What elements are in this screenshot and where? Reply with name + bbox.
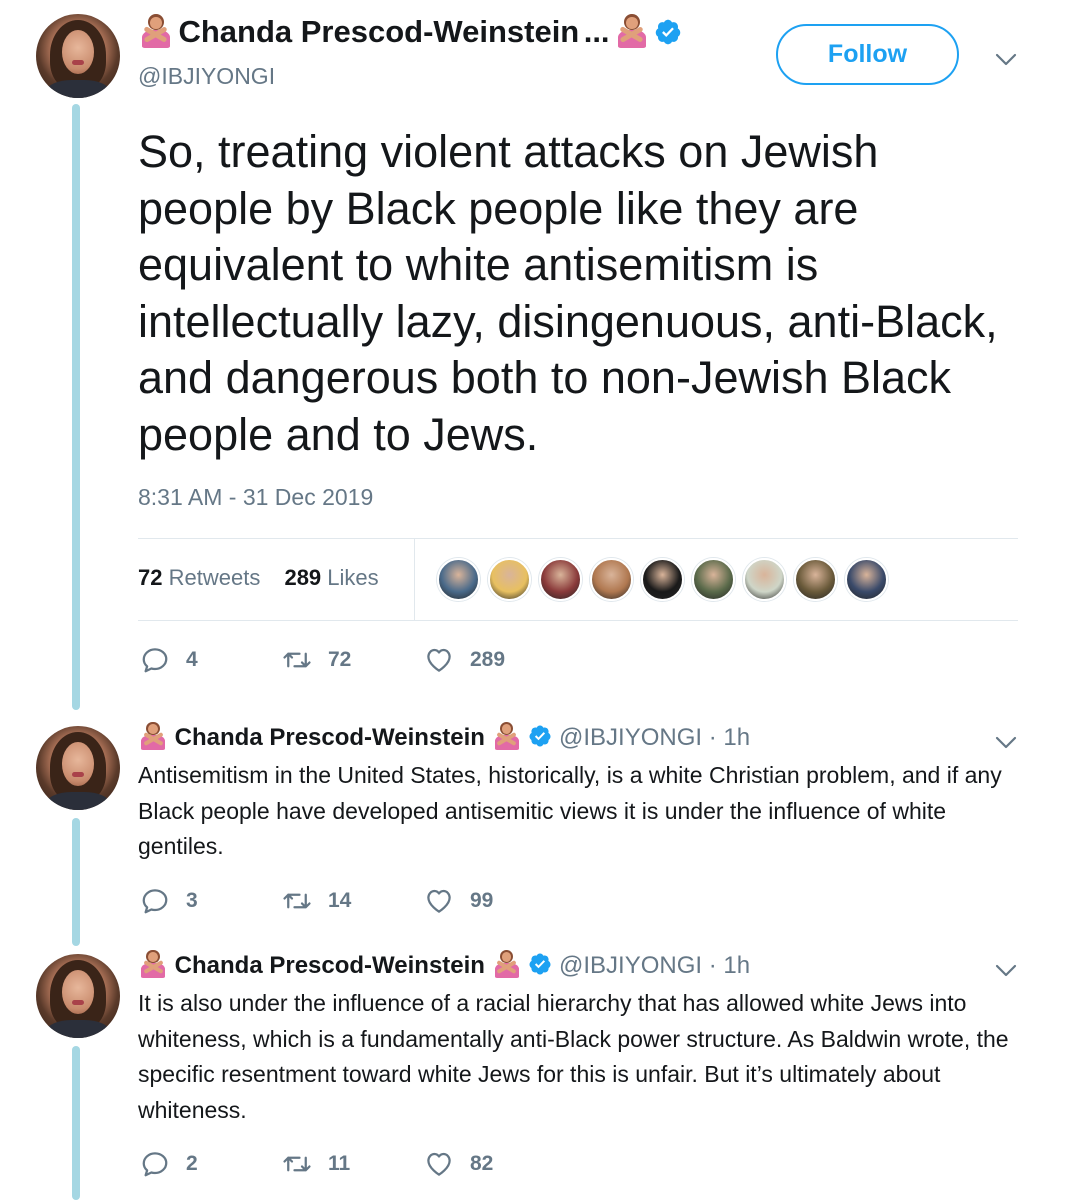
liker-avatar[interactable]	[794, 558, 837, 601]
emoji-no-gesture-icon	[614, 14, 650, 48]
like-button[interactable]: 99	[424, 886, 493, 916]
author-handle[interactable]: @IBJIYONGI · 1h	[559, 952, 750, 979]
thread-line	[72, 1046, 80, 1200]
tweet-text: Antisemitism in the United States, histo…	[138, 762, 1002, 859]
like-icon	[427, 648, 451, 672]
retweets-stat[interactable]: 72 Retweets	[138, 565, 260, 590]
likes-stat[interactable]: 289 Likes	[284, 565, 378, 590]
retweet-button[interactable]: 11	[282, 1149, 350, 1179]
like-button[interactable]: 82	[424, 1149, 493, 1179]
thread-line	[72, 104, 80, 710]
liker-avatar[interactable]	[590, 558, 633, 601]
liker-avatar[interactable]	[692, 558, 735, 601]
reply-button[interactable]: 3	[140, 886, 198, 916]
emoji-no-gesture-icon	[138, 722, 168, 750]
reply-button[interactable]: 2	[140, 1149, 198, 1179]
author-name[interactable]: Chanda Prescod-Weinstein	[178, 14, 579, 49]
chevron-down-icon[interactable]	[994, 958, 1018, 982]
emoji-no-gesture-icon	[492, 950, 522, 978]
reply-icon	[142, 648, 168, 673]
author-handle[interactable]: @IBJIYONGI · 1h	[559, 724, 750, 751]
emoji-no-gesture-icon	[138, 950, 168, 978]
author-name[interactable]: Chanda Prescod-Weinstein	[175, 724, 485, 751]
divider	[138, 538, 1018, 539]
divider	[138, 620, 1018, 621]
like-button[interactable]: 289	[424, 645, 505, 675]
verified-icon	[529, 725, 551, 747]
divider	[414, 539, 415, 621]
liker-avatar[interactable]	[488, 558, 531, 601]
retweet-icon	[283, 652, 311, 668]
tweet-author[interactable]: Chanda Prescod-Weinstein ...	[138, 14, 682, 50]
tweet-stats: 72 Retweets 289 Likes	[138, 565, 379, 591]
tweet-text: So, treating violent attacks on Jewish p…	[138, 126, 998, 460]
follow-button[interactable]: Follow	[776, 24, 959, 85]
author-handle[interactable]: @IBJIYONGI	[138, 63, 275, 90]
liker-avatar[interactable]	[437, 558, 480, 601]
liker-avatar[interactable]	[845, 558, 888, 601]
tweet-timestamp[interactable]: 8:31 AM - 31 Dec 2019	[138, 484, 373, 511]
verified-icon	[529, 953, 551, 975]
likers-avatars[interactable]	[437, 558, 896, 601]
retweet-button[interactable]: 14	[282, 886, 351, 916]
liker-avatar[interactable]	[743, 558, 786, 601]
avatar[interactable]	[36, 954, 120, 1038]
emoji-no-gesture-icon	[138, 14, 174, 48]
author-name[interactable]: Chanda Prescod-Weinstein	[175, 952, 485, 979]
avatar[interactable]	[36, 726, 120, 810]
reply-icon	[142, 889, 168, 914]
reply-header[interactable]: Chanda Prescod-Weinstein @IBJIYONGI · 1h	[138, 950, 750, 980]
chevron-down-icon[interactable]	[994, 730, 1018, 754]
reply-header[interactable]: Chanda Prescod-Weinstein @IBJIYONGI · 1h	[138, 722, 750, 752]
retweet-icon	[283, 1156, 311, 1172]
retweet-button[interactable]: 72	[282, 645, 351, 675]
verified-icon	[656, 19, 681, 45]
tweet-text: It is also under the influence of a raci…	[138, 990, 1009, 1123]
like-icon	[427, 889, 451, 913]
like-icon	[427, 1152, 451, 1176]
reply-icon	[142, 1152, 168, 1177]
author-name-ellipsis: ...	[583, 14, 610, 49]
liker-avatar[interactable]	[641, 558, 684, 601]
chevron-down-icon[interactable]	[994, 47, 1018, 71]
avatar[interactable]	[36, 14, 120, 98]
reply-button[interactable]: 4	[140, 645, 198, 675]
liker-avatar[interactable]	[539, 558, 582, 601]
thread-line	[72, 818, 80, 946]
emoji-no-gesture-icon	[492, 722, 522, 750]
retweet-icon	[283, 893, 311, 909]
